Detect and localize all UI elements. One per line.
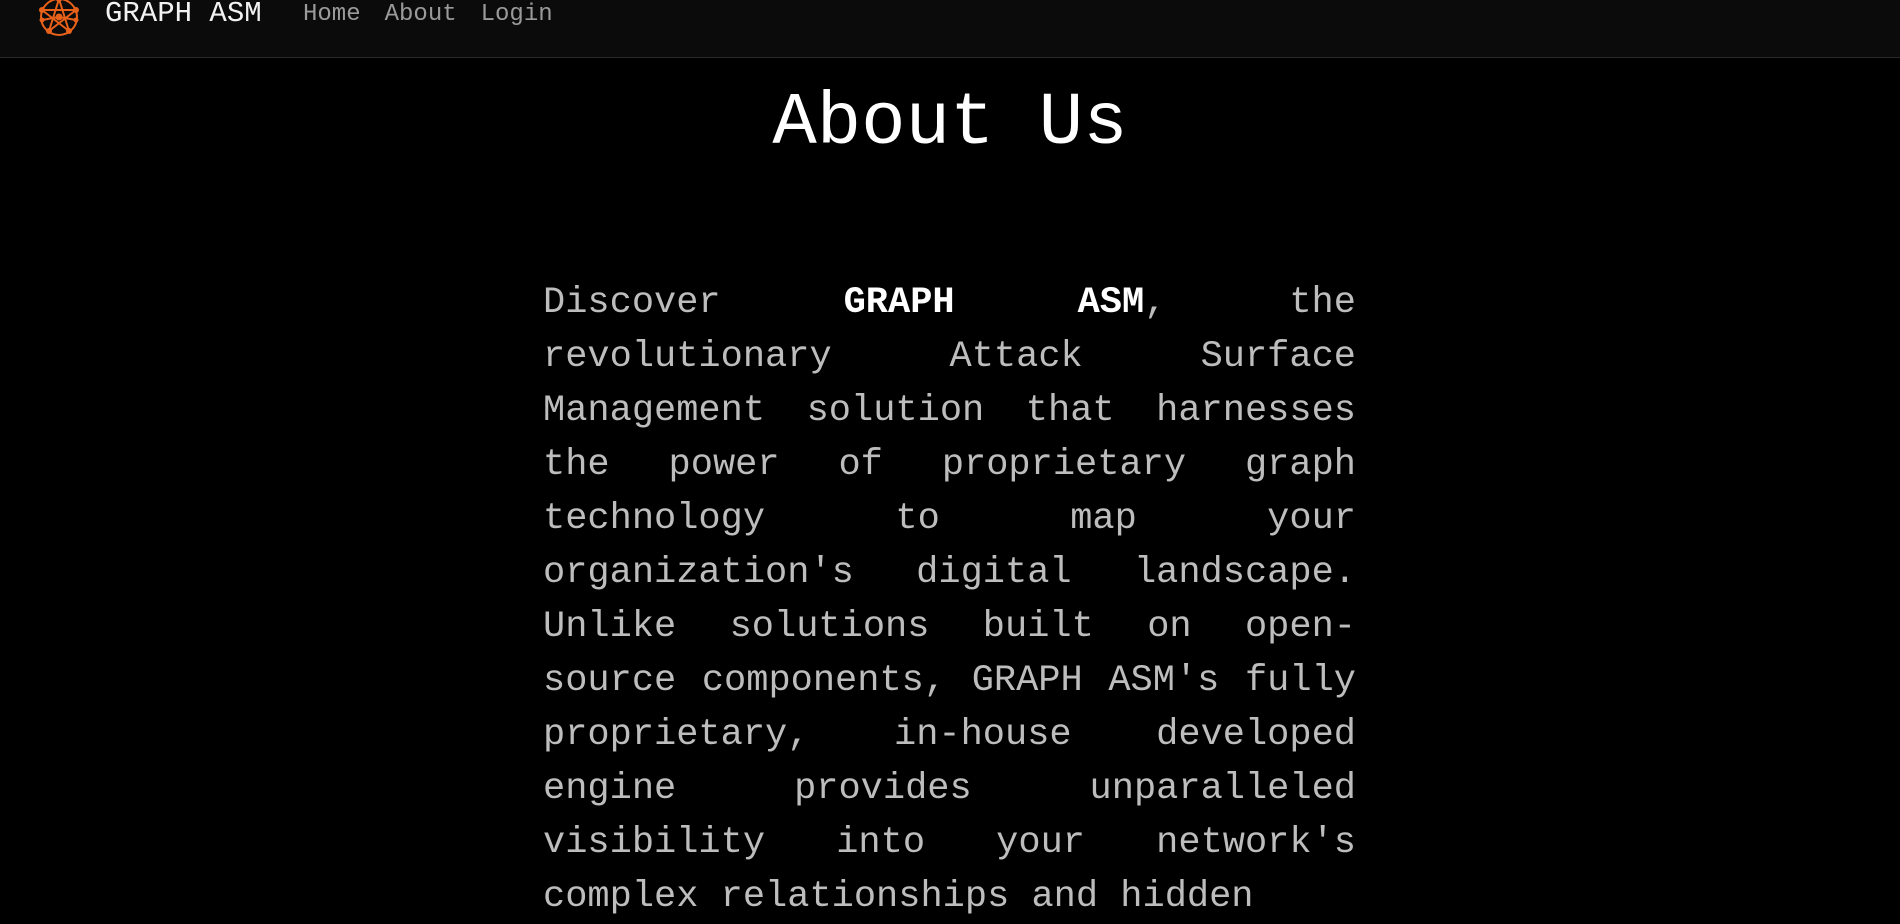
nav-link-about[interactable]: About	[385, 0, 457, 30]
graph-network-logo-icon[interactable]	[36, 0, 82, 38]
intro-body: , the revolutionary Attack Surface Manag…	[543, 282, 1356, 918]
main-nav: Home About Login	[303, 0, 553, 30]
nav-link-login[interactable]: Login	[481, 0, 553, 30]
intro-brand: GRAPH ASM	[843, 282, 1145, 324]
brand-name[interactable]: GRAPH ASM	[105, 0, 262, 31]
nav-link-home[interactable]: Home	[303, 0, 361, 30]
about-paragraph: Discover GRAPH ASM, the revolutionary At…	[543, 276, 1356, 924]
intro-lead: Discover	[543, 282, 844, 324]
page-title: About Us	[772, 82, 1128, 166]
navbar: GRAPH ASM Home About Login	[0, 0, 1900, 58]
